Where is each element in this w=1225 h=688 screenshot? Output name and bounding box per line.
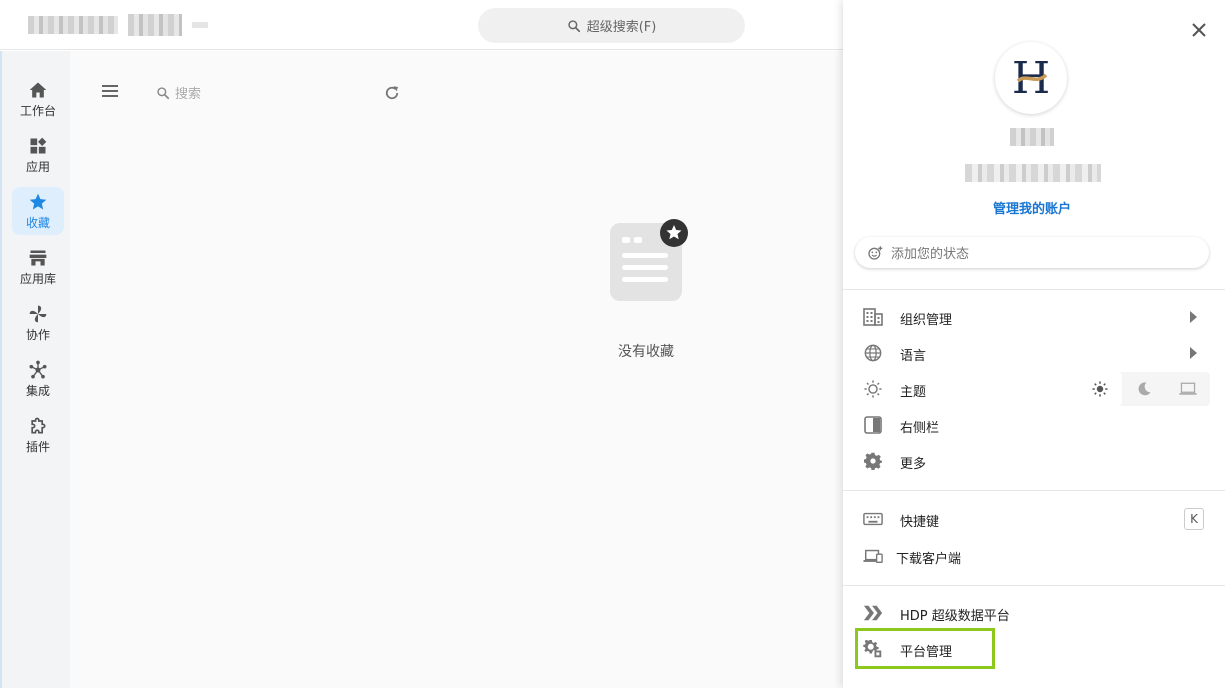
chevron-right-icon	[1190, 311, 1197, 323]
app-title-blurred	[28, 16, 118, 34]
manage-account-link[interactable]: 管理我的账户	[943, 198, 1121, 217]
rail-item-label: 工作台	[19, 103, 56, 118]
rail-item-label: 插件	[25, 439, 50, 454]
menu-item-org-management[interactable]: 组织管理	[843, 300, 1225, 334]
menu-item-label: 主题	[900, 385, 927, 400]
menu-item-label: 快捷键	[900, 515, 940, 530]
sidebar-right-icon	[864, 416, 882, 434]
app-subtitle-blurred	[128, 14, 182, 36]
theme-toggle-group	[1078, 372, 1210, 406]
chevron-right-icon	[1190, 347, 1197, 359]
divider	[843, 490, 1225, 491]
apps-icon	[30, 137, 47, 153]
search-placeholder: 搜索	[175, 87, 202, 102]
account-panel: H 管理我的账户 添加您的状态 组织管理 语言 主题 右侧栏 更多 快捷键 K …	[843, 0, 1225, 688]
rail-item-apps[interactable]: 应用	[12, 131, 64, 179]
rail-item-label: 收藏	[25, 215, 50, 230]
status-input[interactable]: 添加您的状态	[855, 237, 1209, 268]
left-nav-rail: 工作台 应用 收藏 应用库 协作 集成 插件	[0, 51, 70, 688]
gear-icon	[864, 452, 882, 470]
pinwheel-icon	[29, 305, 47, 322]
super-search-label: 超级搜索(F)	[586, 20, 657, 35]
double-chevron-right-icon	[863, 605, 883, 621]
divider	[843, 289, 1225, 290]
menu-item-shortcuts[interactable]: 快捷键	[843, 502, 1225, 536]
menu-item-label: 更多	[900, 457, 927, 472]
smile-add-icon	[868, 245, 883, 260]
refresh-icon[interactable]	[383, 84, 401, 102]
menu-item-hdp-platform[interactable]: HDP 超级数据平台	[843, 596, 1225, 630]
theme-sun-icon	[864, 380, 882, 398]
user-name-blurred	[1010, 128, 1054, 146]
menu-item-language[interactable]: 语言	[843, 336, 1225, 370]
super-search-button[interactable]: 超级搜索(F)	[478, 8, 745, 43]
rail-item-favorites[interactable]: 收藏	[12, 187, 64, 235]
theme-dark-button[interactable]	[1122, 372, 1166, 406]
laptop-icon	[1179, 382, 1197, 395]
rail-item-workbench[interactable]: 工作台	[12, 75, 64, 123]
globe-icon	[864, 344, 882, 362]
menu-item-download-client[interactable]: 下载客户端	[843, 539, 1225, 573]
avatar[interactable]: H	[995, 42, 1067, 114]
menu-item-label: HDP 超级数据平台	[900, 609, 1010, 624]
rail-item-plugins[interactable]: 插件	[12, 411, 64, 459]
rail-item-label: 集成	[25, 383, 50, 398]
rail-item-label: 协作	[25, 327, 50, 342]
home-icon	[29, 82, 47, 97]
rail-item-collaboration[interactable]: 协作	[12, 299, 64, 347]
user-email-blurred	[965, 164, 1101, 182]
store-icon	[29, 250, 47, 265]
devices-icon	[863, 549, 883, 564]
empty-favorites-illustration	[610, 219, 688, 301]
close-icon[interactable]	[1190, 21, 1208, 39]
moon-icon	[1138, 382, 1151, 396]
star-icon	[29, 193, 47, 209]
app-title-dash-blurred	[192, 22, 208, 28]
theme-system-button[interactable]	[1166, 372, 1210, 406]
favorites-main-area: 搜索 没有收藏	[70, 51, 843, 688]
shortcut-key-badge: K	[1184, 508, 1204, 530]
highlight-box	[855, 628, 995, 669]
menu-item-label: 组织管理	[900, 313, 953, 328]
menu-item-label: 语言	[900, 349, 927, 364]
rail-item-integration[interactable]: 集成	[12, 355, 64, 403]
theme-light-button[interactable]	[1078, 372, 1122, 406]
rail-item-app-store[interactable]: 应用库	[12, 243, 64, 291]
rail-item-label: 应用库	[19, 271, 56, 286]
menu-item-label: 下载客户端	[896, 552, 962, 567]
building-icon	[863, 308, 883, 326]
menu-item-more[interactable]: 更多	[843, 444, 1225, 478]
company-logo: H	[1012, 53, 1050, 103]
search-icon	[157, 86, 170, 99]
sun-icon	[1092, 381, 1108, 397]
puzzle-icon	[31, 417, 46, 433]
divider	[843, 585, 1225, 586]
keyboard-icon	[863, 512, 883, 526]
search-icon	[568, 19, 580, 32]
rail-item-label: 应用	[25, 159, 50, 174]
menu-item-label: 右侧栏	[900, 421, 940, 436]
status-placeholder: 添加您的状态	[891, 247, 970, 262]
hamburger-menu-icon[interactable]	[100, 83, 120, 99]
empty-favorites-text: 没有收藏	[618, 344, 674, 360]
hub-icon	[29, 360, 47, 378]
menu-item-right-sidebar[interactable]: 右侧栏	[843, 408, 1225, 442]
favorites-search-input[interactable]: 搜索	[156, 83, 201, 102]
